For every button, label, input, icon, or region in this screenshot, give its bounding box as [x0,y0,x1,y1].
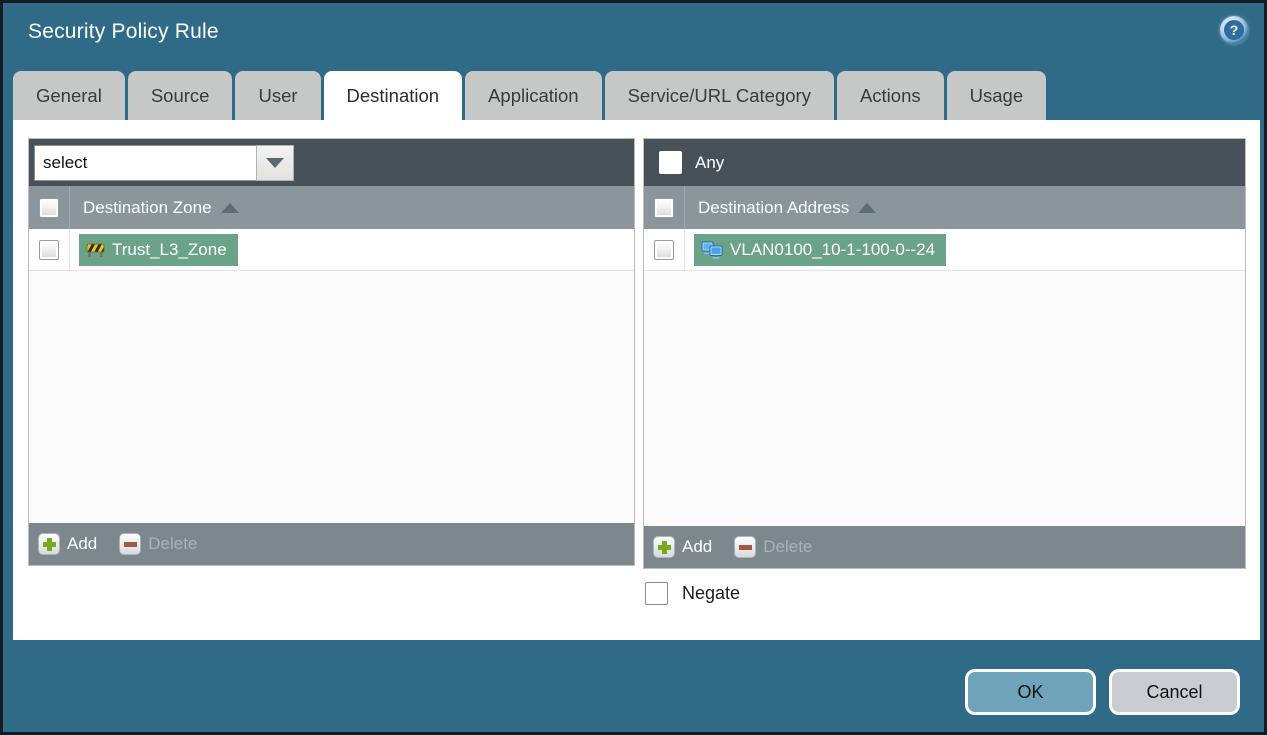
address-select-all-cell [644,186,685,229]
zone-type-combobox[interactable]: select [34,144,294,181]
address-tag[interactable]: VLAN0100_10-1-100-0--24 [694,233,947,266]
address-add-button[interactable]: Add [653,536,712,558]
zone-add-button[interactable]: Add [38,533,97,555]
address-select-all-checkbox[interactable] [654,197,674,218]
any-label: Any [695,152,725,172]
destination-tab-content: select Destination Zone Trust_L3_Zone Ad… [13,120,1260,640]
zone-column-header[interactable]: Destination Zone [83,198,239,218]
address-row-checkbox-cell [644,229,685,270]
address-delete-button[interactable]: Delete [734,536,812,558]
zone-grid-body: Trust_L3_Zone [29,229,634,523]
zone-select-all-cell [29,186,70,229]
delete-icon [119,533,142,555]
zone-select-all-checkbox[interactable] [39,197,59,218]
address-grid-body: VLAN0100_10-1-100-0--24 [644,229,1245,526]
address-label: VLAN0100_10-1-100-0--24 [730,239,936,259]
zone-tag[interactable]: Trust_L3_Zone [79,233,238,266]
sort-ascending-icon[interactable] [220,202,239,213]
chevron-down-icon [266,157,284,168]
negate-label: Negate [682,583,741,603]
tab-destination[interactable]: Destination [323,71,463,120]
negate-checkbox[interactable] [645,582,668,605]
security-policy-rule-dialog: Security Policy Rule ? General Source Us… [0,0,1267,735]
zone-row-checkbox[interactable] [39,239,59,260]
tab-actions[interactable]: Actions [836,71,944,120]
ok-button[interactable]: OK [965,669,1096,715]
zone-toolbar: Add Delete [29,523,634,565]
add-icon [653,536,675,558]
title-bar: Security Policy Rule ? [3,3,1264,65]
destination-zone-panel: select Destination Zone Trust_L3_Zone Ad… [28,138,635,566]
address-row[interactable]: VLAN0100_10-1-100-0--24 [644,229,1245,271]
zone-type-value[interactable]: select [34,144,256,181]
help-button[interactable]: ? [1220,16,1248,44]
tab-strip: General Source User Destination Applicat… [13,71,1047,120]
address-grid-header: Destination Address [644,186,1245,229]
address-toolbar: Add Delete [644,526,1245,568]
zone-row-checkbox-cell [29,229,70,270]
tab-source[interactable]: Source [127,71,233,120]
zone-row[interactable]: Trust_L3_Zone [29,229,634,271]
address-icon [701,241,723,259]
negate-option: Negate [645,582,740,605]
tab-general[interactable]: General [13,71,125,120]
tab-usage[interactable]: Usage [946,71,1047,120]
help-icon: ? [1224,20,1244,40]
sort-ascending-icon[interactable] [858,202,877,213]
address-column-header[interactable]: Destination Address [698,198,877,218]
zone-label: Trust_L3_Zone [112,239,227,259]
tab-service-url-category[interactable]: Service/URL Category [604,71,834,120]
tab-application[interactable]: Application [465,71,602,120]
zone-delete-button[interactable]: Delete [119,533,197,555]
any-checkbox[interactable] [659,151,682,174]
zone-icon [86,242,105,258]
zone-selector-bar: select [29,139,634,186]
add-icon [38,533,60,555]
cancel-button[interactable]: Cancel [1109,669,1240,715]
delete-icon [734,536,757,558]
dialog-title: Security Policy Rule [28,20,219,43]
address-row-checkbox[interactable] [654,239,674,260]
tab-user[interactable]: User [235,71,321,120]
zone-grid-header: Destination Zone [29,186,634,229]
destination-address-panel: Any Destination Address VLAN0100_10-1-10… [643,138,1246,569]
address-any-bar: Any [644,139,1245,186]
zone-type-dropdown-button[interactable] [256,144,294,181]
